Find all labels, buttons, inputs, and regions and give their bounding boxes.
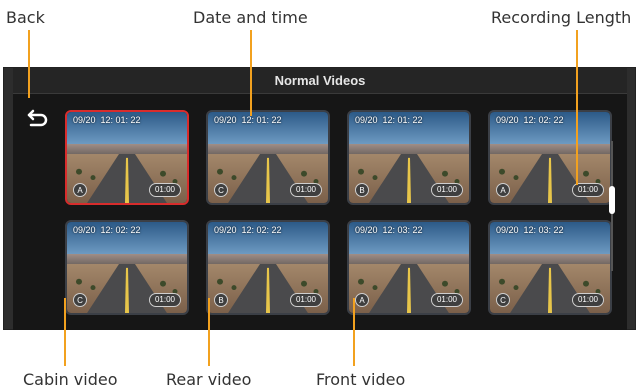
- page-title: Normal Videos: [274, 73, 366, 88]
- callout-line-front-video: [353, 298, 355, 366]
- camera-badge: C: [214, 183, 228, 197]
- video-timestamp: 09/20 12: 02: 22: [214, 225, 282, 235]
- video-thumbnail[interactable]: 09/20 12: 01: 22 C 01:00: [206, 110, 330, 205]
- callout-line-rear-video: [208, 298, 210, 366]
- video-thumbnail[interactable]: 09/20 12: 01: 22 A 01:00: [65, 110, 189, 205]
- video-thumbnail[interactable]: 09/20 12: 02: 22 B 01:00: [206, 220, 330, 315]
- camera-badge: B: [355, 183, 369, 197]
- video-browser-screen: Normal Videos 09/20 12: 01: 22 A 01:00 09/2…: [13, 68, 627, 330]
- camera-badge: A: [496, 183, 510, 197]
- video-thumbnail[interactable]: 09/20 12: 01: 22 B 01:00: [347, 110, 471, 205]
- callout-cabin-video: Cabin video: [23, 370, 118, 389]
- duration-badge: 01:00: [571, 183, 604, 197]
- scrollbar[interactable]: [609, 141, 615, 271]
- callout-back: Back: [6, 8, 45, 27]
- callout-line-back: [28, 30, 30, 98]
- title-bar: Normal Videos: [13, 68, 627, 94]
- video-timestamp: 09/20 12: 03: 22: [496, 225, 564, 235]
- video-timestamp: 09/20 12: 01: 22: [214, 115, 282, 125]
- callout-date-time: Date and time: [193, 8, 308, 27]
- camera-badge: C: [73, 293, 87, 307]
- callout-line-date-time: [250, 30, 252, 116]
- camera-badge: C: [496, 293, 510, 307]
- video-thumbnail[interactable]: 09/20 12: 03: 22 A 01:00: [347, 220, 471, 315]
- duration-badge: 01:00: [148, 183, 181, 197]
- camera-badge: B: [214, 293, 228, 307]
- duration-badge: 01:00: [148, 293, 181, 307]
- duration-badge: 01:00: [289, 293, 322, 307]
- camera-badge: A: [355, 293, 369, 307]
- video-timestamp: 09/20 12: 01: 22: [355, 115, 423, 125]
- device-screen-frame: Normal Videos 09/20 12: 01: 22 A 01:00 09/2…: [3, 67, 636, 330]
- duration-badge: 01:00: [430, 293, 463, 307]
- video-timestamp: 09/20 12: 02: 22: [496, 115, 564, 125]
- callout-line-cabin-video: [64, 298, 66, 366]
- video-thumbnail[interactable]: 09/20 12: 02: 22 A 01:00: [488, 110, 612, 205]
- video-timestamp: 09/20 12: 02: 22: [73, 225, 141, 235]
- callout-line-recording-length: [576, 30, 578, 185]
- video-timestamp: 09/20 12: 03: 22: [355, 225, 423, 235]
- callout-recording-length: Recording Length: [491, 8, 632, 27]
- video-timestamp: 09/20 12: 01: 22: [73, 115, 141, 125]
- callout-front-video: Front video: [316, 370, 406, 389]
- duration-badge: 01:00: [571, 293, 604, 307]
- video-thumbnail[interactable]: 09/20 12: 03: 22 C 01:00: [488, 220, 612, 315]
- duration-badge: 01:00: [289, 183, 322, 197]
- camera-badge: A: [73, 183, 87, 197]
- callout-rear-video: Rear video: [166, 370, 252, 389]
- video-thumbnail[interactable]: 09/20 12: 02: 22 C 01:00: [65, 220, 189, 315]
- scrollbar-thumb[interactable]: [609, 186, 615, 214]
- duration-badge: 01:00: [430, 183, 463, 197]
- back-arrow-icon[interactable]: [27, 108, 51, 130]
